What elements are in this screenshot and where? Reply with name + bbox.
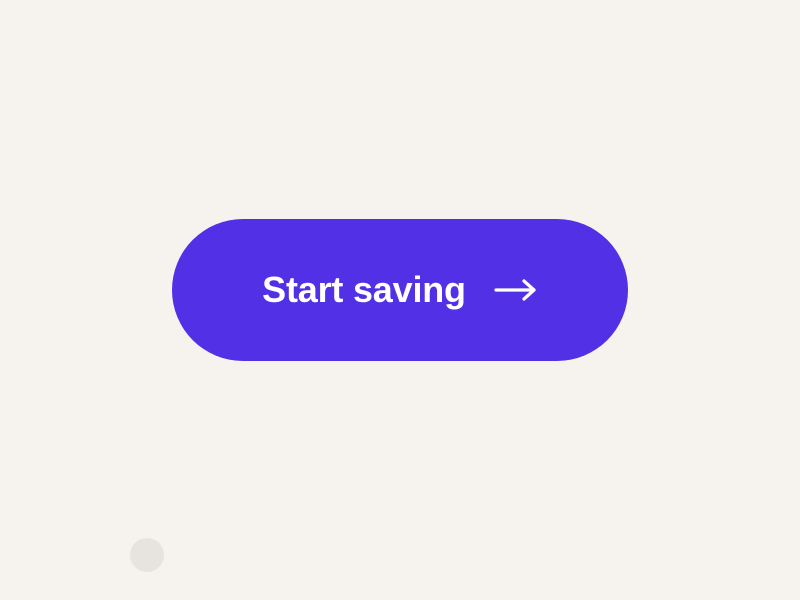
arrow-right-icon xyxy=(494,278,538,302)
start-saving-button[interactable]: Start saving xyxy=(172,219,628,361)
start-saving-label: Start saving xyxy=(262,269,466,311)
decorative-dot xyxy=(130,538,164,572)
